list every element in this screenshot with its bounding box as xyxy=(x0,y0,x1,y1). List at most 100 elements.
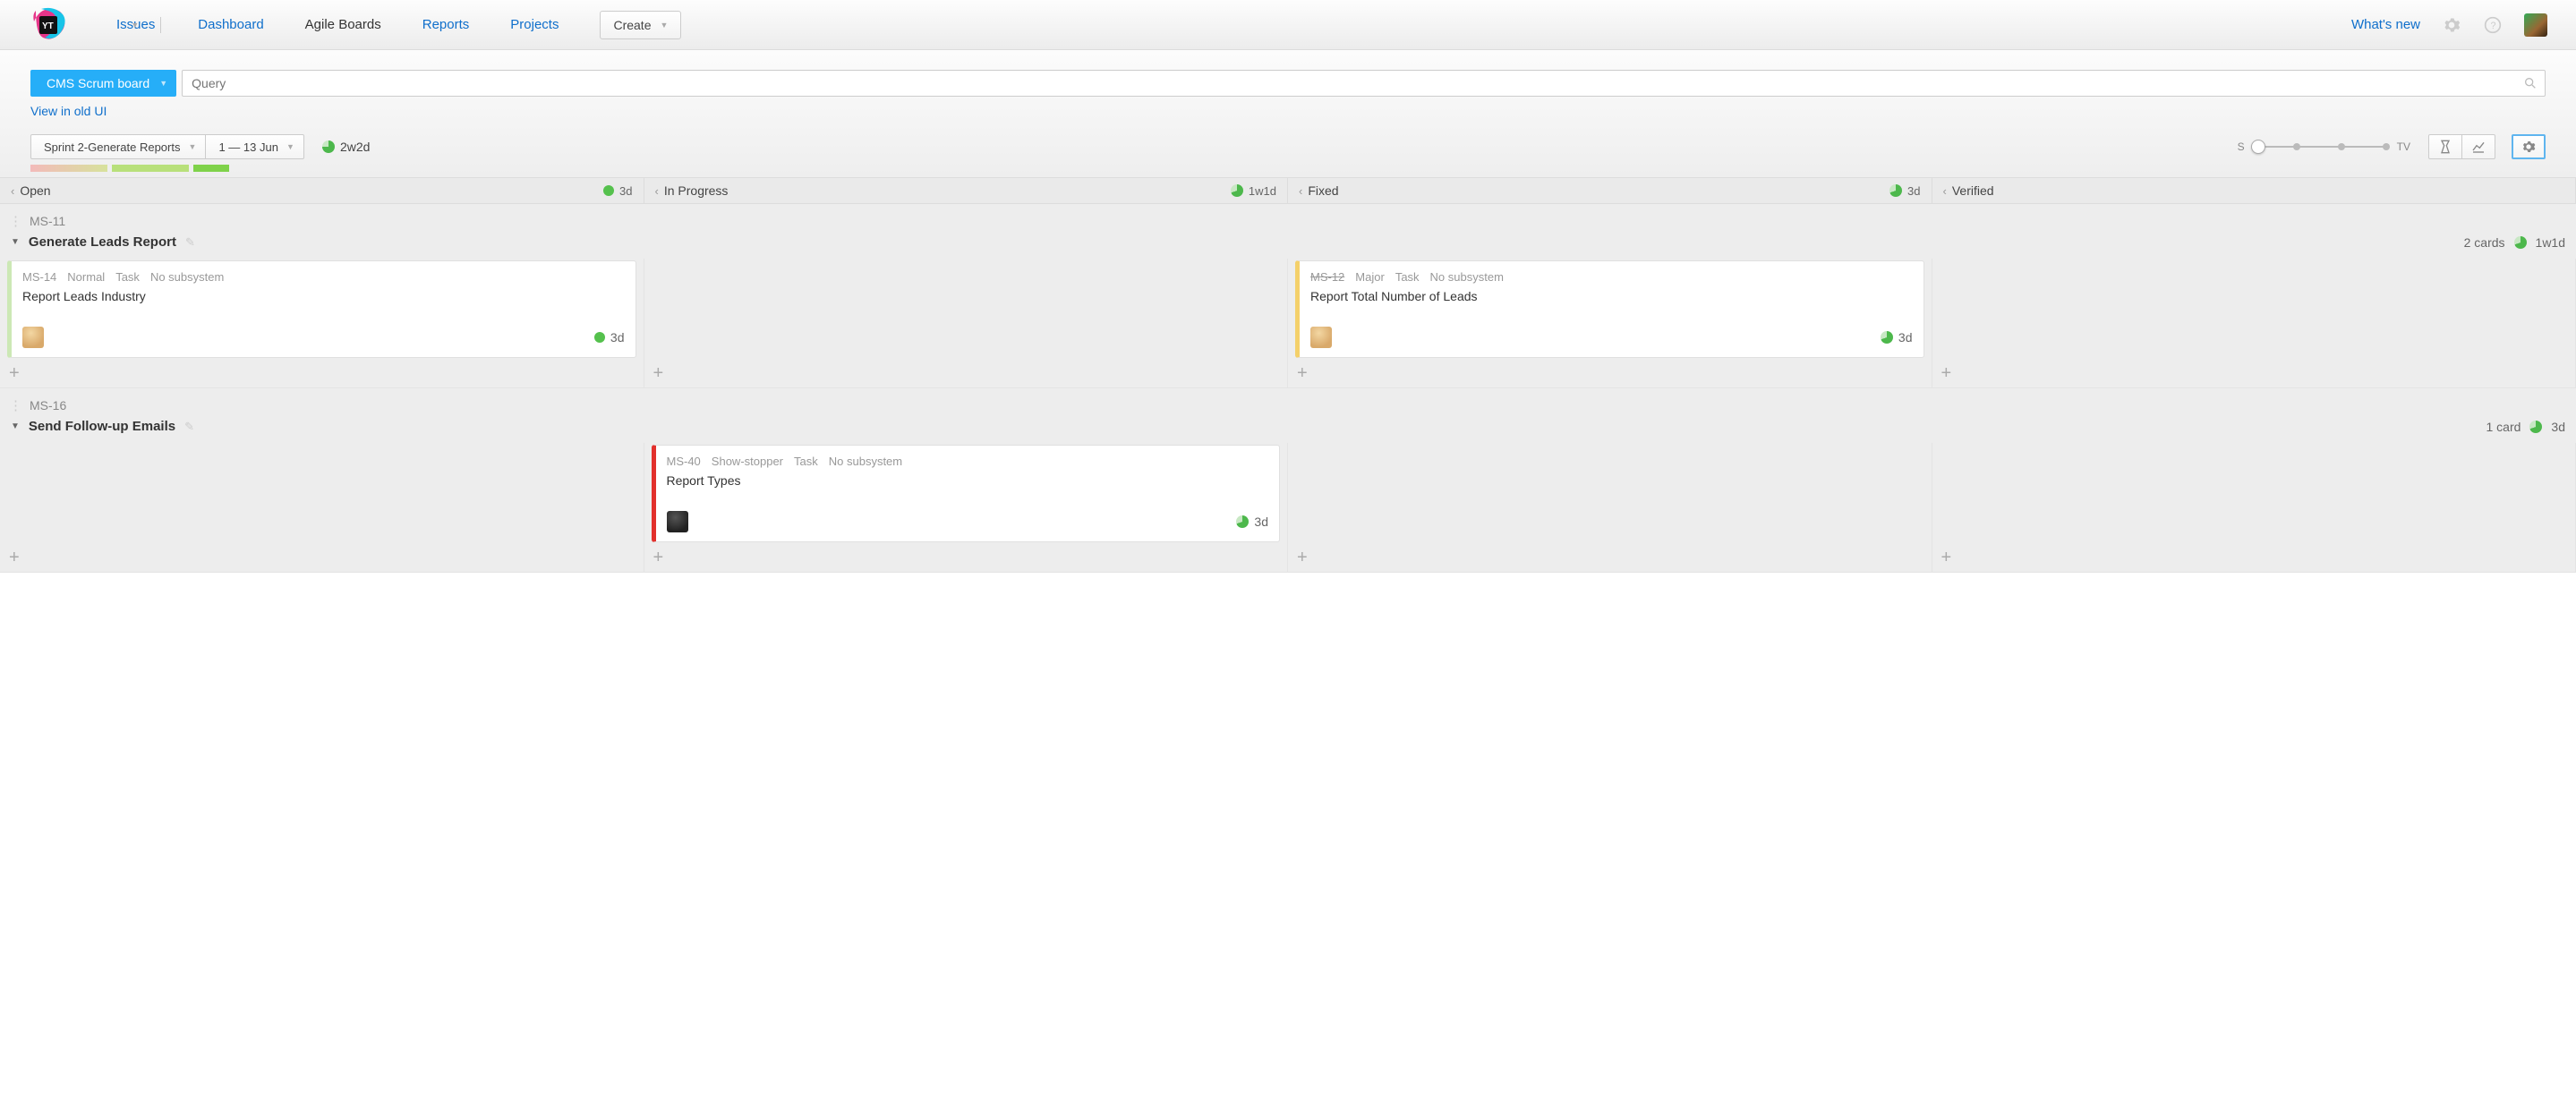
search-icon[interactable] xyxy=(2523,76,2538,93)
swimlane-time: 3d xyxy=(2551,420,2565,434)
card-id[interactable]: MS-14 xyxy=(22,270,56,284)
issue-card[interactable]: MS-12MajorTaskNo subsystemReport Total N… xyxy=(1295,260,1924,358)
board-cell[interactable] xyxy=(0,443,644,544)
view-old-ui-link[interactable]: View in old UI xyxy=(30,104,107,118)
board-cell[interactable] xyxy=(1288,443,1932,544)
chevron-down-icon: ▼ xyxy=(660,21,668,30)
column-header[interactable]: ‹In Progress 1w1d xyxy=(644,178,1289,203)
add-card-cell: + xyxy=(644,544,1289,572)
board-cell[interactable] xyxy=(1932,259,2576,360)
nav-divider xyxy=(160,17,161,33)
edit-icon[interactable]: ✎ xyxy=(184,420,194,434)
nav-reports[interactable]: Reports xyxy=(422,17,470,32)
column-header[interactable]: ‹Fixed 3d xyxy=(1288,178,1932,203)
swimlane-id-row: ⋮ MS-11 xyxy=(0,204,2576,229)
board-cell[interactable] xyxy=(1932,443,2576,544)
column-time: 3d xyxy=(603,184,632,198)
swimlane-title-row: ▼ Send Follow-up Emails ✎ 1 card 3d xyxy=(0,413,2576,443)
nav-agile-boards[interactable]: Agile Boards xyxy=(305,17,381,32)
column-header[interactable]: ‹Open 3d xyxy=(0,178,644,203)
issue-card[interactable]: MS-40Show-stopperTaskNo subsystemReport … xyxy=(652,445,1281,542)
chart-toggle-button[interactable] xyxy=(2461,134,2495,159)
chevron-left-icon: ‹ xyxy=(1299,184,1302,198)
card-title: Report Total Number of Leads xyxy=(1310,289,1913,303)
nav-dashboard[interactable]: Dashboard xyxy=(198,17,263,32)
drag-handle-icon[interactable]: ⋮ xyxy=(9,213,22,229)
card-type: Task xyxy=(115,270,140,284)
edit-icon[interactable]: ✎ xyxy=(185,235,195,250)
issue-card[interactable]: MS-14NormalTaskNo subsystemReport Leads … xyxy=(7,260,636,358)
backlog-toggle-button[interactable] xyxy=(2428,134,2462,159)
slider-label-right: TV xyxy=(2397,140,2410,153)
issues-caret-icon[interactable]: ▼ xyxy=(131,21,139,30)
board-selector[interactable]: CMS Scrum board▼ xyxy=(30,70,176,97)
assignee-avatar[interactable] xyxy=(1310,327,1332,348)
add-card-button[interactable]: + xyxy=(9,363,20,383)
collapse-caret-icon[interactable]: ▼ xyxy=(11,421,20,431)
add-card-button[interactable]: + xyxy=(653,548,664,567)
swimlane-card-count: 1 card xyxy=(2486,420,2521,434)
drag-handle-icon[interactable]: ⋮ xyxy=(9,397,22,413)
swimlane-id: MS-11 xyxy=(30,214,65,228)
board-settings-button[interactable] xyxy=(2512,134,2546,159)
youtrack-logo[interactable]: YT xyxy=(30,7,66,43)
sprint-remaining: 2w2d xyxy=(322,140,370,154)
assignee-avatar[interactable] xyxy=(22,327,44,348)
add-card-button[interactable]: + xyxy=(9,548,20,567)
swimlane-row: MS-40Show-stopperTaskNo subsystemReport … xyxy=(0,443,2576,544)
swimlane-card-count: 2 cards xyxy=(2464,235,2505,250)
whats-new-link[interactable]: What's new xyxy=(2351,17,2420,32)
progress-pie-icon xyxy=(1231,184,1243,197)
create-button[interactable]: Create▼ xyxy=(600,11,681,39)
column-header[interactable]: ‹Verified xyxy=(1932,178,2576,203)
add-card-button[interactable]: + xyxy=(1941,363,1952,383)
card-title: Report Types xyxy=(667,473,1269,488)
board-cell[interactable]: MS-12MajorTaskNo subsystemReport Total N… xyxy=(1288,259,1932,360)
add-card-button[interactable]: + xyxy=(1941,548,1952,567)
card-title: Report Leads Industry xyxy=(22,289,625,303)
card-meta: MS-14NormalTaskNo subsystem xyxy=(22,270,625,284)
assignee-avatar[interactable] xyxy=(667,511,688,532)
collapse-caret-icon[interactable]: ▼ xyxy=(11,237,20,247)
card-priority: Normal xyxy=(67,270,105,284)
svg-text:?: ? xyxy=(2491,21,2496,31)
help-icon[interactable]: ? xyxy=(2483,15,2503,35)
progress-pie-icon xyxy=(322,140,335,153)
chevron-left-icon: ‹ xyxy=(655,184,659,198)
gear-icon[interactable] xyxy=(2442,15,2461,35)
nav-projects[interactable]: Projects xyxy=(510,17,559,32)
column-name: Open xyxy=(20,183,50,198)
add-card-cell: + xyxy=(1932,360,2576,387)
column-name: Verified xyxy=(1952,183,1994,198)
swimlane-title[interactable]: Send Follow-up Emails xyxy=(29,419,175,434)
add-card-row: + + + + xyxy=(0,360,2576,388)
app-header: YT Issues ▼ Dashboard Agile Boards Repor… xyxy=(0,0,2576,50)
main-nav: Issues ▼ Dashboard Agile Boards Reports … xyxy=(116,17,559,33)
board-cell[interactable]: MS-14NormalTaskNo subsystemReport Leads … xyxy=(0,259,644,360)
progress-segment xyxy=(112,165,189,172)
progress-pie-icon xyxy=(1889,184,1902,197)
progress-segment xyxy=(193,165,229,172)
progress-pie-icon xyxy=(594,332,605,343)
card-size-slider[interactable] xyxy=(2254,146,2388,148)
query-input[interactable] xyxy=(192,71,2514,96)
swimlane-title-row: ▼Generate Leads Report✎2 cards1w1d xyxy=(0,229,2576,259)
sprint-selector[interactable]: Sprint 2-Generate Reports▼ xyxy=(30,134,206,159)
progress-pie-icon xyxy=(1236,515,1249,528)
card-id[interactable]: MS-12 xyxy=(1310,270,1344,284)
chevron-down-icon: ▼ xyxy=(286,142,294,151)
add-card-cell: + xyxy=(0,544,644,572)
board-cell[interactable]: MS-40Show-stopperTaskNo subsystemReport … xyxy=(644,443,1289,544)
add-card-button[interactable]: + xyxy=(1297,363,1308,383)
card-id[interactable]: MS-40 xyxy=(667,455,701,468)
swimlane-id-row: ⋮MS-16 xyxy=(0,388,2576,413)
swimlane-title[interactable]: Generate Leads Report xyxy=(29,234,176,250)
date-range-selector[interactable]: 1 — 13 Jun▼ xyxy=(205,134,304,159)
progress-segment xyxy=(30,165,107,172)
slider-knob[interactable] xyxy=(2251,140,2265,154)
chevron-down-icon: ▼ xyxy=(189,142,197,151)
user-avatar[interactable] xyxy=(2524,13,2547,37)
add-card-button[interactable]: + xyxy=(653,363,664,383)
add-card-button[interactable]: + xyxy=(1297,548,1308,567)
board-cell[interactable] xyxy=(644,259,1289,360)
